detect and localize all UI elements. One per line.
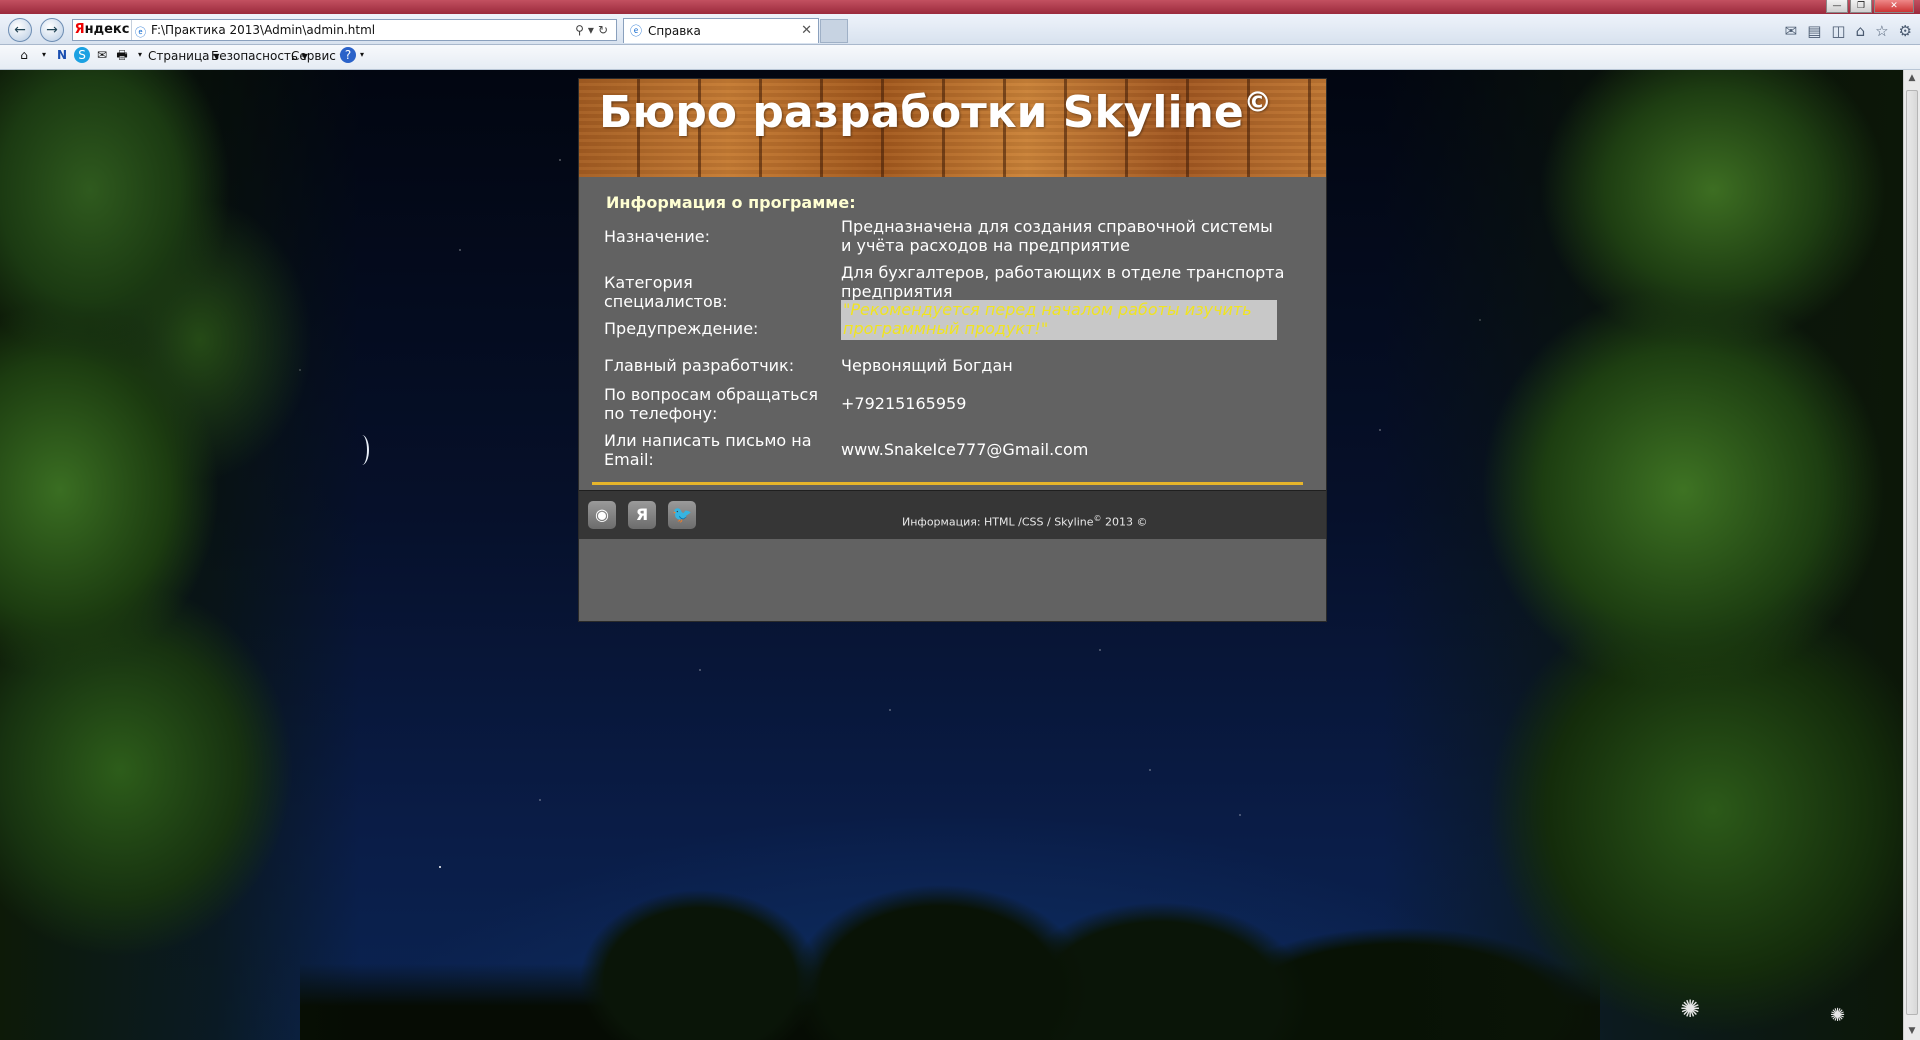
row-value-purpose: Предназначена для создания справочной си… <box>841 217 1273 255</box>
new-tab-button[interactable] <box>820 19 848 43</box>
copyright-mark: © <box>1243 85 1272 119</box>
close-tab-icon[interactable]: ✕ <box>801 19 812 43</box>
yandex-icon[interactable]: Я <box>628 501 656 529</box>
print-dropdown-icon[interactable]: ▾ <box>132 47 148 63</box>
vertical-scrollbar[interactable]: ▲ ▼ <box>1903 70 1920 1040</box>
refresh-icon[interactable]: ↻ <box>598 23 612 37</box>
left-trees <box>0 70 360 1040</box>
search-icon[interactable]: ⚲ <box>575 23 588 37</box>
row-label-email: Или написать письмо на Email: <box>604 431 812 469</box>
yandex-glyph: Я <box>635 505 649 524</box>
scroll-up-arrow-icon[interactable]: ▲ <box>1904 70 1920 87</box>
yandex-logo-text: ндекс <box>84 22 130 37</box>
row-label-phone: По вопросам обращаться по телефону: <box>604 385 818 423</box>
row-label-developer: Главный разработчик: <box>604 356 795 375</box>
reading-icon[interactable]: ▤ <box>1807 22 1821 40</box>
mail-icon[interactable]: ✉ <box>94 47 110 63</box>
yandex-logo-letter: Я <box>74 22 85 37</box>
home-small-icon[interactable]: ⌂ <box>16 47 32 63</box>
feeds-icon[interactable]: ✉ <box>1785 22 1798 40</box>
home-icon[interactable]: ⌂ <box>1856 22 1866 40</box>
favorites-star-icon[interactable]: ☆ <box>1875 22 1888 40</box>
window-controls: — ❐ ✕ <box>1826 0 1914 13</box>
right-trees <box>1383 70 1903 1040</box>
row-value-email[interactable]: www.SnakeIce777@Gmail.com <box>841 440 1286 459</box>
forward-arrow-icon: → <box>46 22 58 38</box>
gold-divider <box>592 482 1303 485</box>
command-bar: ⌂ ▾ N S ✉ 🖶 ▾ Страница ▾ Безопасность ▾ … <box>0 45 1920 70</box>
row-value-phone: +79215165959 <box>841 394 967 413</box>
tab-spravka[interactable]: ⓔ Справка ✕ <box>623 18 819 43</box>
twitter-icon[interactable]: 🐦 <box>668 501 696 529</box>
home-dropdown-icon[interactable]: ▾ <box>36 47 52 63</box>
rss-icon[interactable]: ◉ <box>588 501 616 529</box>
browser-right-tools: ✉ ▤ ◫ ⌂ ☆ ⚙ <box>1785 22 1912 40</box>
page-menu[interactable]: Страница ▾ <box>148 49 219 63</box>
onenote-icon[interactable]: N <box>54 47 70 63</box>
help-dropdown-icon[interactable]: ▾ <box>354 47 370 63</box>
row-label-category: Категория специалистов: <box>604 273 728 311</box>
maximize-button[interactable]: ❐ <box>1850 0 1872 13</box>
address-url[interactable]: F:\Практика 2013\Admin\admin.html <box>151 20 375 40</box>
info-card: Бюро разработки Skyline© Информация о пр… <box>578 78 1327 622</box>
close-window-button[interactable]: ✕ <box>1874 0 1914 13</box>
minimize-button[interactable]: — <box>1826 0 1848 13</box>
ie-tab-icon: ⓔ <box>630 24 643 38</box>
print-icon[interactable]: 🖶 <box>114 47 130 63</box>
tools-gear-icon[interactable]: ⚙ <box>1899 22 1912 40</box>
tab-title: Справка <box>648 24 701 38</box>
footer-copyright-mark: © <box>1093 514 1102 523</box>
section-title: Информация о программе: <box>606 193 856 212</box>
row-value-developer: Червонящий Богдан <box>841 356 1013 375</box>
skype-icon[interactable]: S <box>74 47 90 63</box>
page-header: Бюро разработки Skyline© <box>579 79 1326 177</box>
window-titlebar: — ❐ ✕ <box>0 0 1920 14</box>
back-button[interactable]: ← <box>8 18 32 42</box>
navigation-bar: ← → Яндекс ⓔ F:\Практика 2013\Admin\admi… <box>0 14 1920 45</box>
twitter-glyph: 🐦 <box>672 505 692 524</box>
footer-text-year: 2013 © <box>1101 515 1148 529</box>
row-label-warning: Предупреждение: <box>604 319 759 338</box>
address-tools: ⚲▾↻ <box>575 20 612 40</box>
compat-icon[interactable]: ◫ <box>1831 22 1845 40</box>
warning-text: "Рекомендуется перед началом работы изуч… <box>841 300 1277 340</box>
dropdown-icon[interactable]: ▾ <box>588 23 598 37</box>
row-label-purpose: Назначение: <box>604 227 710 246</box>
scroll-thumb[interactable] <box>1906 90 1918 1015</box>
yandex-search-label[interactable]: Яндекс <box>73 20 132 40</box>
rss-glyph: ◉ <box>595 505 609 524</box>
page-title: Бюро разработки Skyline© <box>599 87 1272 138</box>
page-viewport: Бюро разработки Skyline© Информация о пр… <box>0 70 1903 1040</box>
footer-info: Информация: HTML /CSS / Skyline© 2013 © <box>902 514 1148 529</box>
sparkle-icon: ✺ <box>1680 995 1701 1023</box>
scroll-down-arrow-icon[interactable]: ▼ <box>1904 1023 1920 1040</box>
sparkle-small-icon: ✺ <box>1830 1005 1846 1026</box>
service-menu[interactable]: Сервис ▾ <box>291 49 346 63</box>
row-value-category: Для бухгалтеров, работающих в отделе тра… <box>841 263 1285 301</box>
back-arrow-icon: ← <box>14 22 26 38</box>
ie-page-icon: ⓔ <box>135 26 146 39</box>
address-bar[interactable]: Яндекс ⓔ F:\Практика 2013\Admin\admin.ht… <box>72 19 617 41</box>
page-title-text: Бюро разработки Skyline <box>599 87 1244 138</box>
forward-button[interactable]: → <box>40 18 64 42</box>
page-footer: ◉ Я 🐦 Информация: HTML /CSS / Skyline© 2… <box>579 490 1326 539</box>
footer-text-main: Информация: HTML /CSS / Skyline <box>902 515 1094 529</box>
